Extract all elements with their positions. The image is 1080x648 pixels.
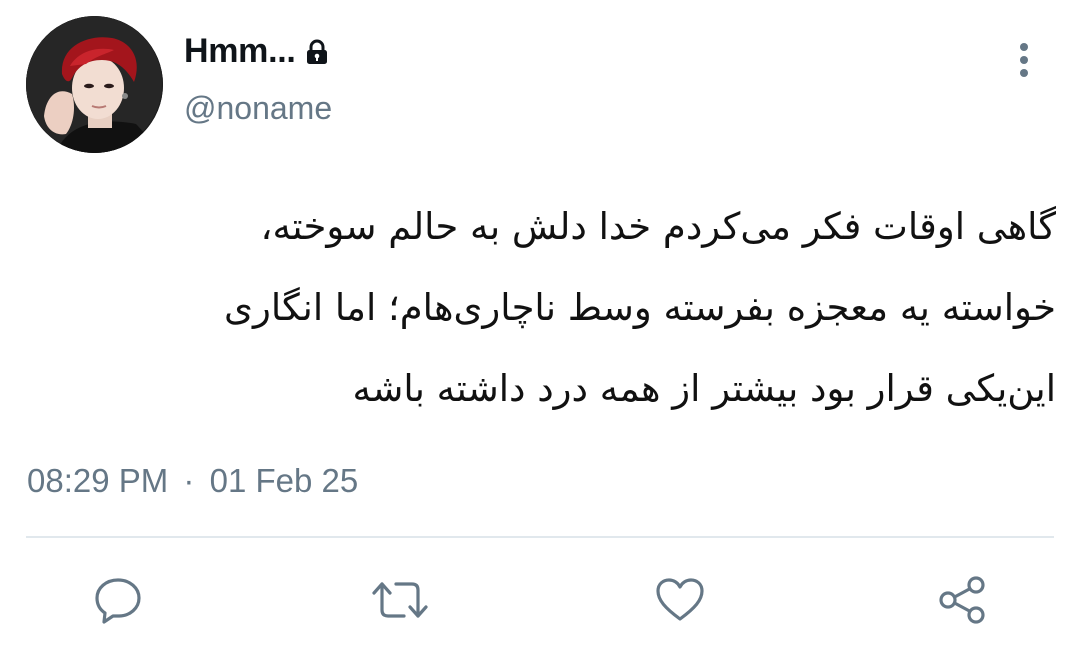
tweet-text: گاهی اوقات فکر می‌کردم خدا دلش به حالم س… [26, 186, 1056, 429]
tweet-text-line: این‌یکی قرار بود بیشتر از همه درد داشته … [352, 367, 1056, 410]
share-icon[interactable] [934, 572, 990, 628]
lock-icon [304, 39, 330, 65]
tweet-card: Hmm... @noname گاهی اوقات فکر می‌کردم خد… [0, 0, 1080, 648]
display-name-row: Hmm... [184, 28, 330, 74]
more-vertical-icon[interactable] [1008, 40, 1040, 80]
display-name[interactable]: Hmm... [184, 32, 296, 71]
tweet-date: 01 Feb 25 [209, 462, 359, 499]
reply-icon[interactable] [90, 572, 146, 628]
avatar[interactable] [26, 16, 163, 153]
meta-separator: · [183, 462, 195, 499]
divider [26, 536, 1054, 538]
user-handle[interactable]: @noname [184, 90, 332, 127]
like-icon[interactable] [652, 572, 708, 628]
tweet-text-line: گاهی اوقات فکر می‌کردم خدا دلش به حالم س… [260, 205, 1056, 248]
tweet-text-line: خواسته یه معجزه بفرسته وسط ناچاری‌هام؛ ا… [224, 286, 1056, 329]
retweet-icon[interactable] [372, 572, 428, 628]
tweet-time: 08:29 PM [27, 462, 169, 499]
tweet-timestamp[interactable]: 08:29 PM · 01 Feb 25 [27, 462, 358, 500]
